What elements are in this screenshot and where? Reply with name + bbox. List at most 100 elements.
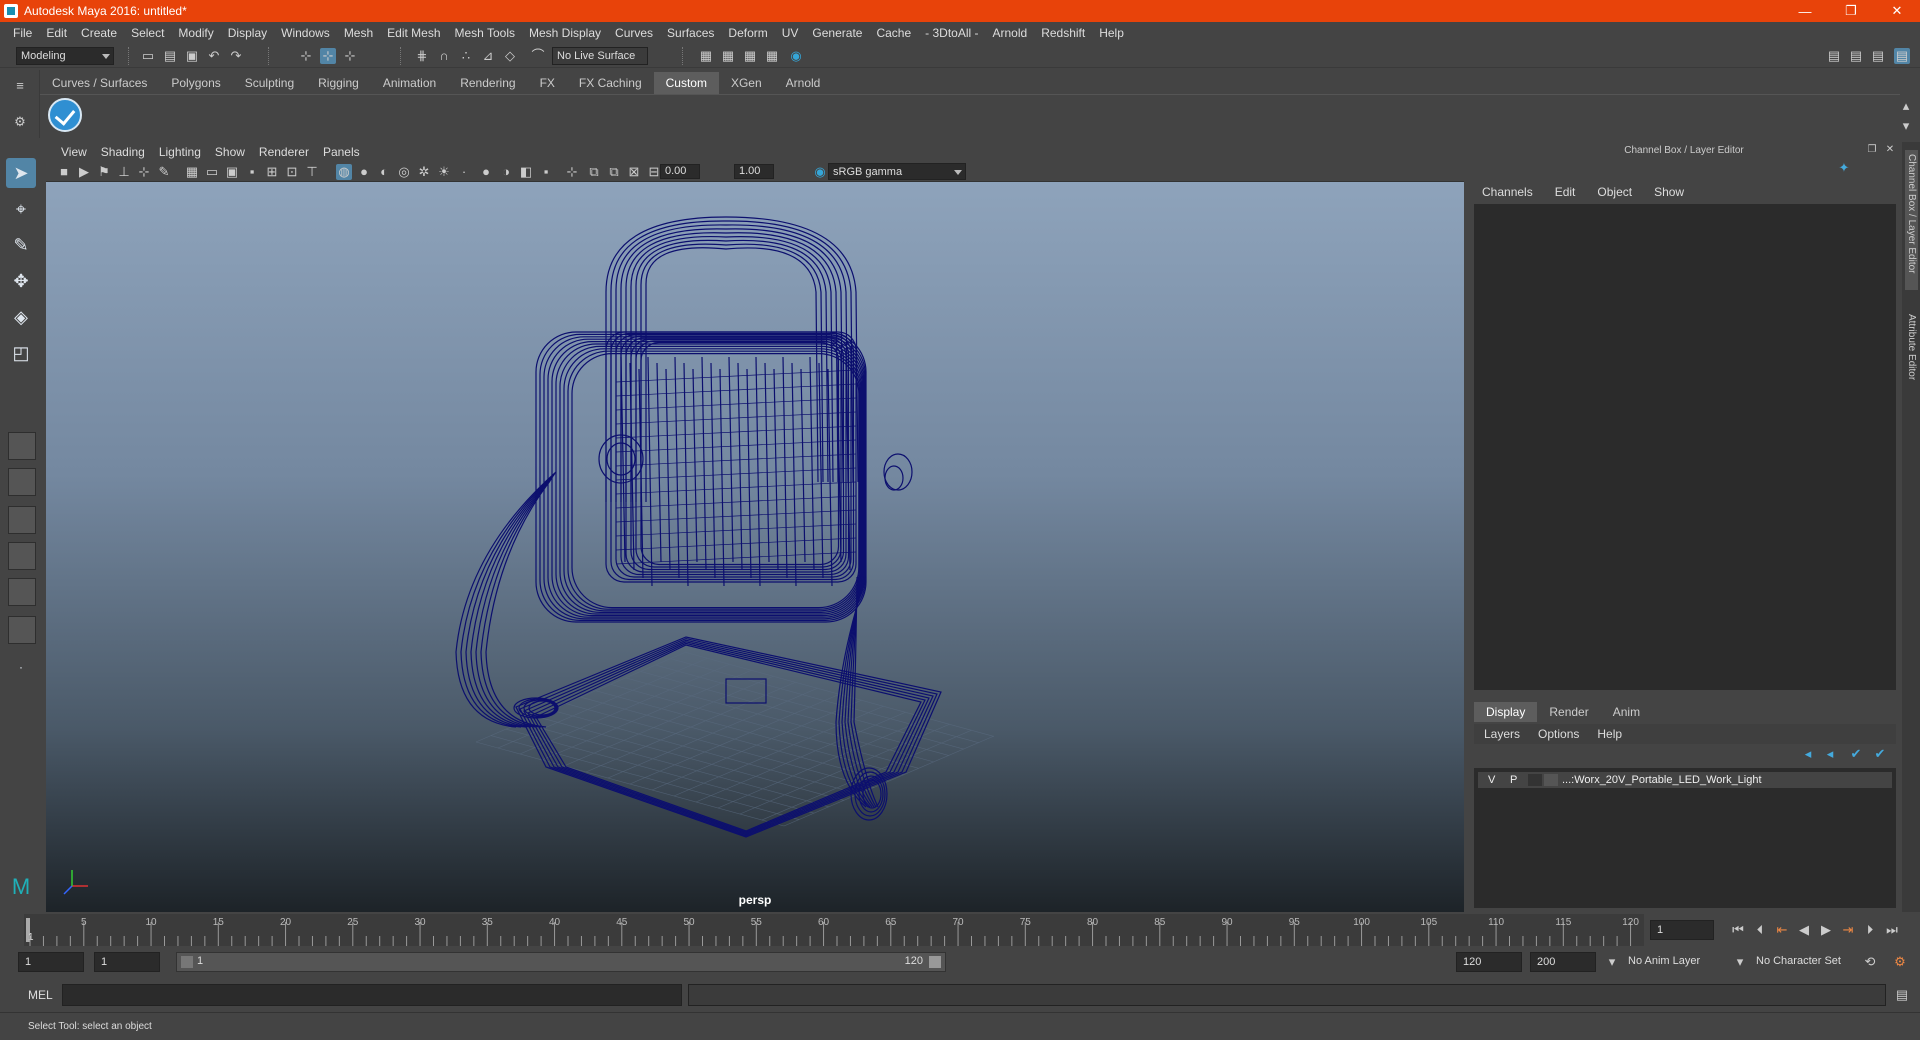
- vp-menu-shading[interactable]: Shading: [94, 145, 152, 159]
- exposure-field[interactable]: 0.00: [660, 164, 700, 179]
- anim-layer-dropdown[interactable]: No Anim Layer: [1622, 952, 1736, 972]
- menu-deform[interactable]: Deform: [721, 26, 774, 40]
- manipulator-icon[interactable]: ✦: [1836, 160, 1852, 176]
- snap-live-icon[interactable]: ◇: [502, 48, 518, 64]
- menu-mesh[interactable]: Mesh: [337, 26, 380, 40]
- tab-attribute-editor[interactable]: Attribute Editor: [1905, 310, 1918, 384]
- tool-settings-icon[interactable]: ▤: [1870, 48, 1886, 64]
- layer-color-swatch[interactable]: [1528, 774, 1542, 786]
- tab-xgen[interactable]: XGen: [718, 72, 774, 94]
- motion-blur-icon[interactable]: ◑: [498, 164, 514, 180]
- tab-render-layers[interactable]: Render: [1537, 702, 1600, 722]
- vp-menu-lighting[interactable]: Lighting: [152, 145, 208, 159]
- menu-help[interactable]: Help: [1092, 26, 1131, 40]
- shelf-options-icon[interactable]: ⚙: [12, 114, 28, 130]
- depth-of-field-icon[interactable]: ▪: [538, 164, 554, 180]
- step-back-key-icon[interactable]: ⇤: [1774, 922, 1790, 938]
- attribute-editor-icon[interactable]: ▤: [1848, 48, 1864, 64]
- chevron-down-icon[interactable]: ▾: [1604, 954, 1620, 970]
- play-backwards-icon[interactable]: ◀: [1796, 922, 1812, 938]
- safe-action-icon[interactable]: ⊡: [284, 164, 300, 180]
- menu-edit[interactable]: Edit: [39, 26, 74, 40]
- custom-shelf-check-icon[interactable]: [48, 98, 82, 132]
- menu-mesh-display[interactable]: Mesh Display: [522, 26, 608, 40]
- menu-select[interactable]: Select: [124, 26, 171, 40]
- auto-key-icon[interactable]: ⟲: [1862, 954, 1878, 970]
- film-gate-icon[interactable]: ▭: [204, 164, 220, 180]
- persp-outliner-layout-icon[interactable]: [8, 506, 36, 534]
- menu-uv[interactable]: UV: [775, 26, 806, 40]
- shadows-icon[interactable]: ·: [456, 164, 472, 180]
- minimize-button[interactable]: —: [1782, 0, 1828, 22]
- move-tool-icon[interactable]: ✥: [6, 266, 36, 296]
- cb-menu-channels[interactable]: Channels: [1470, 185, 1543, 199]
- go-to-start-icon[interactable]: ⏮: [1730, 922, 1746, 938]
- step-forward-frame-icon[interactable]: ⏵: [1862, 922, 1878, 938]
- screen-space-ao-icon[interactable]: ●: [478, 164, 494, 180]
- ipr-render-icon[interactable]: ▦: [720, 48, 736, 64]
- restore-button[interactable]: ❐: [1828, 0, 1874, 22]
- animation-start-field[interactable]: 1: [18, 952, 84, 972]
- viewport-canvas[interactable]: [46, 182, 1464, 912]
- range-start-handle[interactable]: [181, 956, 193, 968]
- paint-select-tool-icon[interactable]: ✎: [6, 230, 36, 260]
- new-scene-icon[interactable]: ▭: [140, 48, 156, 64]
- safe-title-icon[interactable]: ⊤: [304, 164, 320, 180]
- range-end-handle[interactable]: [929, 956, 941, 968]
- lasso-tool-icon[interactable]: ⌖: [6, 194, 36, 224]
- shelf-menu-icon[interactable]: ≡: [12, 78, 28, 94]
- textured-icon[interactable]: ✲: [416, 164, 432, 180]
- new-layer-selected-icon[interactable]: ✔: [1872, 746, 1888, 762]
- step-back-frame-icon[interactable]: ⏴: [1752, 922, 1768, 938]
- layer-row[interactable]: V P ...:Worx_20V_Portable_LED_Work_Light: [1478, 772, 1892, 788]
- smooth-shade-icon[interactable]: ●: [356, 164, 372, 180]
- menu-arnold[interactable]: Arnold: [986, 26, 1035, 40]
- shelf-scroll-down-icon[interactable]: ▾: [1898, 118, 1914, 134]
- single-perspective-layout-icon[interactable]: [8, 432, 36, 460]
- play-forwards-icon[interactable]: ▶: [1818, 922, 1834, 938]
- close-panel-icon[interactable]: ✕: [1882, 142, 1898, 158]
- camera-attributes-icon[interactable]: ▶: [76, 164, 92, 180]
- tab-fx-caching[interactable]: FX Caching: [566, 72, 654, 94]
- hypershade-icon[interactable]: ▦: [764, 48, 780, 64]
- view-transform-dropdown[interactable]: sRGB gamma: [828, 163, 966, 180]
- menu-windows[interactable]: Windows: [274, 26, 337, 40]
- gamma-field[interactable]: 1.00: [734, 164, 774, 179]
- 2d-pan-zoom-icon[interactable]: ⊹: [136, 164, 152, 180]
- script-editor-icon[interactable]: ▤: [1894, 987, 1910, 1003]
- current-frame-field[interactable]: 1: [1650, 920, 1714, 940]
- layer-display-type-icon[interactable]: [1544, 774, 1558, 786]
- modeling-toolkit-icon[interactable]: ▤: [1826, 48, 1842, 64]
- layer-menu-layers[interactable]: Layers: [1474, 727, 1528, 741]
- tab-sculpting[interactable]: Sculpting: [232, 72, 307, 94]
- cb-menu-edit[interactable]: Edit: [1543, 185, 1586, 199]
- float-panel-icon[interactable]: ❐: [1864, 142, 1880, 158]
- make-live-icon[interactable]: ⌒: [530, 48, 546, 64]
- mel-label[interactable]: MEL: [28, 988, 53, 1002]
- cb-menu-object[interactable]: Object: [1585, 185, 1642, 199]
- layer-visibility-toggle[interactable]: V: [1488, 772, 1495, 788]
- layer-menu-options[interactable]: Options: [1528, 727, 1587, 741]
- range-slider[interactable]: 1 120: [176, 952, 946, 972]
- rotate-tool-icon[interactable]: ◈: [6, 302, 36, 332]
- tab-anim-layers[interactable]: Anim: [1601, 702, 1652, 722]
- menu-cache[interactable]: Cache: [869, 26, 918, 40]
- color-management-icon[interactable]: ◉: [812, 164, 828, 180]
- vp-menu-panels[interactable]: Panels: [316, 145, 367, 159]
- wireframe-icon[interactable]: ◍: [336, 164, 352, 180]
- snap-curve-icon[interactable]: ∩: [436, 48, 452, 64]
- tab-channel-box-layer-editor[interactable]: Channel Box / Layer Editor: [1905, 150, 1918, 290]
- x-ray-active-icon[interactable]: ⧉: [606, 164, 622, 180]
- shelf-scroll-up-icon[interactable]: ▴: [1898, 98, 1914, 114]
- tab-arnold[interactable]: Arnold: [773, 72, 833, 94]
- cb-menu-show[interactable]: Show: [1642, 185, 1694, 199]
- redo-icon[interactable]: ↷: [228, 48, 244, 64]
- snap-view-plane-icon[interactable]: ⊿: [480, 48, 496, 64]
- vp-menu-view[interactable]: View: [54, 145, 94, 159]
- select-tool-icon[interactable]: ➤: [6, 158, 36, 188]
- use-all-lights-icon[interactable]: ☀: [436, 164, 452, 180]
- layer-playback-toggle[interactable]: P: [1510, 772, 1517, 788]
- playback-start-field[interactable]: 1: [94, 952, 160, 972]
- field-chart-icon[interactable]: ⊞: [264, 164, 280, 180]
- layout-options-icon[interactable]: ·: [6, 652, 36, 682]
